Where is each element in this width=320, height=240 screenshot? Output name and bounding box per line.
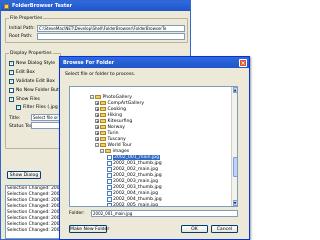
checkbox-label: Edit Box — [16, 70, 35, 75]
tree-node-label: images — [112, 148, 130, 154]
expand-icon[interactable]: + — [95, 101, 99, 106]
checkbox-box[interactable]: ✓ — [9, 61, 14, 66]
file-icon — [107, 172, 112, 178]
file-icon — [107, 202, 112, 206]
file-icon — [107, 160, 112, 166]
tree-node-label: Turin — [107, 130, 119, 136]
checkbox-box[interactable]: ✓ — [9, 70, 14, 75]
folder-icon — [100, 130, 106, 136]
tree-node-label: World Tour — [107, 142, 132, 148]
tree-node-label: Cooking — [107, 106, 127, 112]
collapse-icon[interactable]: - — [100, 149, 104, 154]
initial-path-label: Initial Path: — [9, 26, 35, 31]
dialog-titlebar[interactable]: Browse For Folder × — [60, 57, 249, 68]
tree-node-label: Hiking — [107, 112, 123, 118]
checkbox-show-files[interactable]: ✓ Show Files — [9, 97, 40, 102]
title-label: Title: — [9, 116, 21, 121]
tree-node-label: CompArtGallery — [107, 100, 145, 106]
folder-icon — [100, 142, 106, 148]
cancel-button[interactable]: Cancel — [211, 225, 238, 233]
tree-node-label: 2002_002_thumb.jpg — [113, 172, 162, 178]
expand-icon[interactable]: + — [95, 131, 99, 136]
folder-tree[interactable]: - PhotoGallery + CompArtGallery + Cooking + Hik… — [69, 86, 238, 207]
folder-icon — [100, 106, 106, 112]
make-new-folder-button[interactable]: Make New Folder — [69, 225, 109, 233]
tree-node-label: 2002_003_thumb.jpg — [113, 184, 162, 190]
checkbox-box[interactable]: ✓ — [9, 97, 14, 102]
tree-node-label: Kitesurfing — [107, 118, 133, 124]
checkbox-box[interactable]: ✓ — [9, 79, 14, 84]
file-icon — [107, 178, 112, 184]
checkbox-box[interactable]: ✓ — [16, 105, 21, 110]
folder-icon — [100, 136, 106, 142]
tree-node-label: 2002_004_main.jpg — [113, 190, 159, 196]
file-icon — [107, 190, 112, 196]
expand-icon[interactable]: + — [95, 107, 99, 112]
expand-icon[interactable]: + — [95, 125, 99, 130]
tree-node-label: 2002_001_thumb.jpg — [113, 160, 162, 166]
scroll-up-icon[interactable]: ▲ — [232, 87, 237, 93]
file-icon — [107, 184, 112, 190]
tree-node-label: 2002_003_main.jpg — [113, 178, 159, 184]
checkbox-label: Validate Edit Box — [16, 79, 55, 84]
log-line: Selection Changed: 2002_0 — [7, 228, 60, 233]
tester-titlebar[interactable]: FolderBrowser Tester — [1, 1, 190, 11]
folder-icon — [100, 100, 106, 106]
scroll-thumb[interactable] — [232, 157, 237, 177]
show-dialog-button[interactable]: Show Dialog — [7, 171, 41, 179]
file-icon — [107, 154, 112, 160]
collapse-icon[interactable]: - — [90, 95, 94, 100]
dialog-title: Browse For Folder — [63, 59, 115, 66]
folder-icon — [100, 112, 106, 118]
collapse-icon[interactable]: - — [95, 143, 99, 148]
folder-icon — [100, 118, 106, 124]
expand-icon[interactable]: + — [95, 113, 99, 118]
checkbox-validate-edit-box[interactable]: ✓ Validate Edit Box — [9, 79, 55, 84]
scroll-down-icon[interactable]: ▼ — [232, 200, 237, 206]
folder-icon — [100, 124, 106, 130]
folder-icon — [105, 148, 111, 154]
expand-icon[interactable]: + — [95, 119, 99, 124]
checkbox-edit-box[interactable]: ✓ Edit Box — [9, 70, 35, 75]
checkbox-new-dialog-style[interactable]: ✓ New Dialog Style — [9, 61, 55, 66]
checkbox-box[interactable] — [9, 88, 14, 93]
tree-node-label: Norway — [107, 124, 125, 130]
ok-button[interactable]: OK — [181, 225, 208, 233]
file-icon — [107, 196, 112, 202]
file-icon — [107, 166, 112, 172]
display-properties-label: Display Properties — [9, 51, 53, 56]
tree-scrollbar[interactable]: ▲ ▼ — [231, 87, 237, 206]
tree-node[interactable]: 2002_005_main.jpg — [106, 202, 159, 207]
tree-node-label: PhotoGallery — [102, 94, 132, 100]
folder-icon — [95, 94, 101, 100]
expand-icon[interactable]: + — [95, 137, 99, 142]
status-text-input[interactable] — [31, 122, 60, 129]
folder-input[interactable]: 2002_001_main.jpg — [91, 210, 238, 217]
tester-title: FolderBrowser Tester — [12, 3, 73, 9]
tree-node-label: 2002_004_thumb.jpg — [113, 196, 162, 202]
root-path-input[interactable] — [37, 33, 185, 40]
app-icon — [4, 3, 9, 9]
dialog-prompt: Select file or folder to process. — [65, 72, 136, 77]
tree-node-label: 2002_001_main.jpg — [113, 154, 161, 160]
tree-node-label: 2002_005_main.jpg — [113, 202, 159, 207]
checkbox-no-new-folder-button[interactable]: No New Folder Button — [9, 88, 66, 93]
checkbox-label: New Dialog Style — [16, 61, 56, 66]
selection-log[interactable]: Selection Changed: 2002_0 Selection Chan… — [5, 185, 61, 239]
root-path-label: Root Path: — [9, 34, 33, 39]
tree-node-label: 2002_002_main.jpg — [113, 166, 159, 172]
close-icon[interactable]: × — [239, 58, 247, 67]
checkbox-label: Show Files — [16, 97, 40, 102]
file-properties-label: File Properties — [9, 16, 44, 21]
title-input[interactable]: Select file or fold — [31, 114, 60, 121]
initial-path-input[interactable]: C:\SteveMac\NET\Develop\Shell\FolderBrow… — [37, 25, 185, 32]
tree-node-label: Tuscany — [107, 136, 126, 142]
browse-for-folder-dialog: Browse For Folder × Select file or folde… — [59, 56, 250, 240]
folder-label: Folder: — [69, 211, 85, 216]
